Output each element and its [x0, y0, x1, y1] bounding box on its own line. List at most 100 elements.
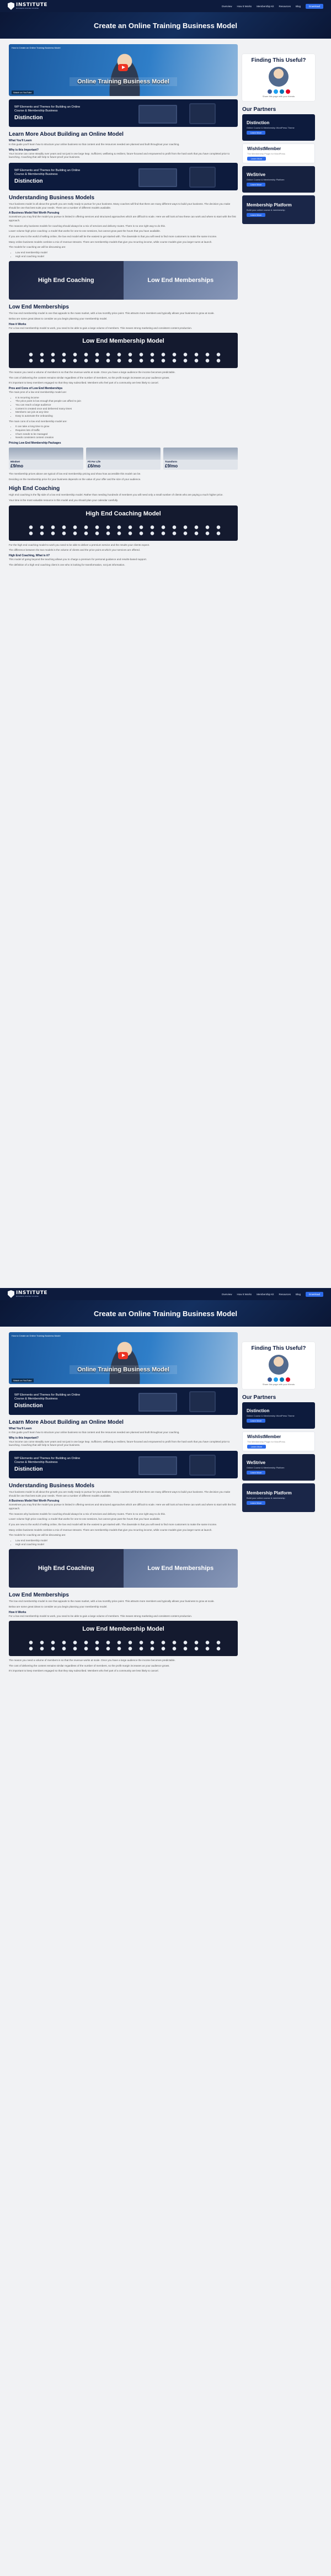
pinterest-icon[interactable]	[285, 89, 290, 94]
paragraph: If you are new to the world of selling o…	[9, 1523, 217, 1526]
facebook-icon[interactable]	[267, 89, 272, 94]
partner-cta-button[interactable]: Learn More	[247, 183, 265, 187]
price-card: Fit For Life £6/mo	[86, 448, 161, 470]
page-title: Create an Online Training Business Model	[93, 1309, 238, 1318]
twitter-icon[interactable]	[273, 89, 278, 94]
partner-ad-wishlist[interactable]: WishlistMember The Membership Plugin for…	[242, 1431, 315, 1451]
shield-logo-icon	[8, 2, 14, 10]
model-comparison-image: High End Coaching Low End Memberships	[9, 1549, 238, 1588]
linkedin-icon[interactable]	[279, 89, 284, 94]
paragraph: It's important to keep members engaged s…	[9, 381, 159, 385]
video-thumbnail-person	[105, 1338, 144, 1384]
shield-logo-icon	[8, 1290, 14, 1298]
paragraph: High end coaching is the flip side of a …	[9, 493, 223, 497]
paragraph: If you are new to the world of selling o…	[9, 235, 217, 238]
list-item: Content is created once and delivered ma…	[15, 407, 238, 411]
laptop-mockup	[138, 1393, 177, 1412]
facebook-icon[interactable]	[267, 1377, 272, 1382]
partner-subtitle: Online Course & Membership WordPress The…	[247, 1414, 295, 1417]
partner-ad-wishlist[interactable]: WishlistMember The Membership Plugin for…	[242, 143, 315, 163]
promo-banner[interactable]: WP Elements and Themes for Building an O…	[9, 1387, 238, 1415]
price-card-price: £9/mo	[10, 464, 24, 469]
video-player[interactable]: How to Create an Online Training Busines…	[9, 1332, 238, 1384]
image-caption: Low End Membership Model	[82, 338, 164, 345]
watch-on-youtube-link[interactable]: Watch on YouTube	[12, 91, 34, 94]
partner-ad-westrive[interactable]: WeStrive Online Course & Membership Plat…	[242, 1454, 315, 1481]
play-icon[interactable]	[118, 1352, 128, 1359]
nav-item-resources[interactable]: Resources	[279, 1293, 291, 1296]
paragraph: Sometimes you may find the model you pur…	[9, 215, 236, 222]
nav-item-membership-kit[interactable]: Membership Kit	[257, 1293, 274, 1296]
partner-ad-membership[interactable]: Membership Platform Build your online co…	[242, 195, 315, 224]
partner-cta-button[interactable]: Learn More	[247, 157, 266, 161]
partner-ad-distinction[interactable]: Distinction Online Course & Membership W…	[242, 114, 315, 141]
linkedin-icon[interactable]	[279, 1377, 284, 1382]
promo-banner-2[interactable]: WP Elements and Themes for Building an O…	[9, 1450, 238, 1478]
partners-heading: Our Partners	[242, 1395, 276, 1401]
sidebar: Finding This Useful? Share this page wit…	[242, 44, 315, 568]
paragraph: The reason you need a volume of members …	[9, 371, 175, 374]
audience-icons	[25, 1640, 221, 1652]
logo-subtext: BUSINESS ONLINE COURSE	[16, 1295, 39, 1297]
nav-item-how-it-works[interactable]: How It Works	[237, 5, 252, 8]
promo-banner-text: WP Elements and Themes for Building an O…	[14, 168, 81, 176]
partner-cta-button[interactable]: Learn More	[247, 1471, 265, 1475]
twitter-icon[interactable]	[273, 1377, 278, 1382]
download-button[interactable]: Download	[305, 1291, 323, 1297]
nav-item-blog[interactable]: Blog	[296, 5, 301, 8]
partner-ad-westrive[interactable]: WeStrive Online Course & Membership Plat…	[242, 166, 315, 193]
subheading-why: What You'll Learn	[9, 139, 32, 142]
download-button[interactable]: Download	[305, 3, 323, 9]
price-card-name: Fit For Life	[88, 460, 101, 463]
low-end-membership-image: Low End Membership Model	[9, 333, 238, 369]
paragraph: Many online business models combine a mi…	[9, 240, 212, 243]
nav-item-membership-kit[interactable]: Membership Kit	[257, 5, 274, 8]
partner-title: Membership Platform	[247, 203, 292, 207]
pinterest-icon[interactable]	[285, 1377, 290, 1382]
video-player[interactable]: How to Create an Online Training Busines…	[9, 44, 238, 96]
partner-cta-button[interactable]: Learn More	[247, 213, 265, 217]
high-end-coaching-panel: High End Coaching	[9, 1549, 124, 1588]
nav-item-resources[interactable]: Resources	[279, 5, 291, 8]
logo-subtext: BUSINESS ONLINE COURSE	[16, 7, 39, 9]
pricing-examples: Mindset £9/mo Fit For Life £6/mo Transform…	[9, 448, 238, 470]
partner-subtitle: Build your online course & membership	[247, 1497, 285, 1499]
social-icons	[245, 89, 312, 94]
paragraph: The models for coaching we will be discu…	[9, 246, 66, 249]
partner-cta-button[interactable]: Learn More	[247, 1501, 265, 1505]
list-item: Easy to automate the onboarding	[15, 414, 238, 418]
partner-subtitle: Online Course & Membership WordPress The…	[247, 126, 295, 129]
partner-ad-membership[interactable]: Membership Platform Build your online co…	[242, 1483, 315, 1512]
site-logo[interactable]: INSTITUTE BUSINESS ONLINE COURSE	[8, 2, 47, 10]
laptop-mockup	[138, 1456, 177, 1475]
list-item: Needs consistent content creation	[15, 436, 238, 440]
paragraph: The main pros of a low end membership mo…	[9, 391, 67, 394]
partner-cta-button[interactable]: Learn More	[247, 1419, 265, 1423]
nav-item-how-it-works[interactable]: How It Works	[237, 1293, 252, 1296]
play-icon[interactable]	[118, 64, 128, 71]
site-logo[interactable]: INSTITUTE BUSINESS ONLINE COURSE	[8, 1290, 47, 1298]
section-heading-understanding: Understanding Business Models	[9, 1482, 95, 1489]
promo-banner-brand: Distinction	[14, 115, 43, 121]
list-item: Low end membership model	[15, 251, 238, 255]
main-content: How to Create an Online Training Busines…	[9, 44, 238, 568]
paragraph: The membership prices above are typical …	[9, 472, 141, 475]
watch-on-youtube-link[interactable]: Watch on YouTube	[12, 1379, 34, 1382]
nav-item-overview[interactable]: Overview	[222, 1293, 232, 1296]
partner-title: WeStrive	[247, 172, 266, 177]
paragraph: In this guide you'll learn how to struct…	[9, 1431, 180, 1434]
promo-banner-2[interactable]: WP Elements and Themes for Building an O…	[9, 162, 238, 190]
nav-item-overview[interactable]: Overview	[222, 5, 232, 8]
partner-ad-distinction[interactable]: Distinction Online Course & Membership W…	[242, 1402, 315, 1429]
partner-cta-button[interactable]: Learn More	[247, 131, 265, 135]
partner-title: Distinction	[247, 1408, 270, 1413]
video-thumbnail-person	[105, 50, 144, 96]
share-card-title: Finding This Useful?	[251, 1345, 306, 1351]
paragraph: Your income can come steadily over years…	[9, 1440, 230, 1447]
list-item: High end coaching model	[15, 255, 238, 259]
paragraph: In this guide you'll learn how to struct…	[9, 143, 180, 146]
nav-item-blog[interactable]: Blog	[296, 1293, 301, 1296]
promo-banner[interactable]: WP Elements and Themes for Building an O…	[9, 99, 238, 127]
low-end-memberships-panel: Low End Memberships	[123, 261, 238, 300]
partner-cta-button[interactable]: Learn More	[247, 1445, 266, 1449]
